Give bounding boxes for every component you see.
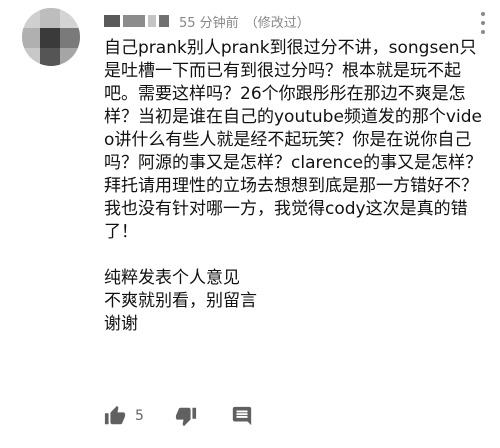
comment-actions: 5 bbox=[104, 404, 253, 428]
username-redacted[interactable] bbox=[104, 15, 169, 27]
comment-header: 55 分钟前 （修改过） bbox=[104, 10, 310, 32]
thumb-up-icon[interactable] bbox=[104, 405, 126, 427]
edited-label: （修改过） bbox=[244, 15, 310, 31]
thumb-down-icon[interactable] bbox=[175, 405, 197, 427]
more-options-icon[interactable] bbox=[476, 12, 490, 34]
comment-text: 自己prank别人prank到很过分不讲，songsen只是吐槽一下而已有到很过… bbox=[104, 38, 483, 334]
avatar[interactable] bbox=[22, 8, 80, 66]
comment-meta: 55 分钟前 （修改过） bbox=[179, 12, 310, 31]
like-count: 5 bbox=[135, 408, 144, 424]
reply-comment-icon[interactable] bbox=[231, 405, 253, 427]
comment-time: 55 分钟前 bbox=[179, 15, 239, 31]
